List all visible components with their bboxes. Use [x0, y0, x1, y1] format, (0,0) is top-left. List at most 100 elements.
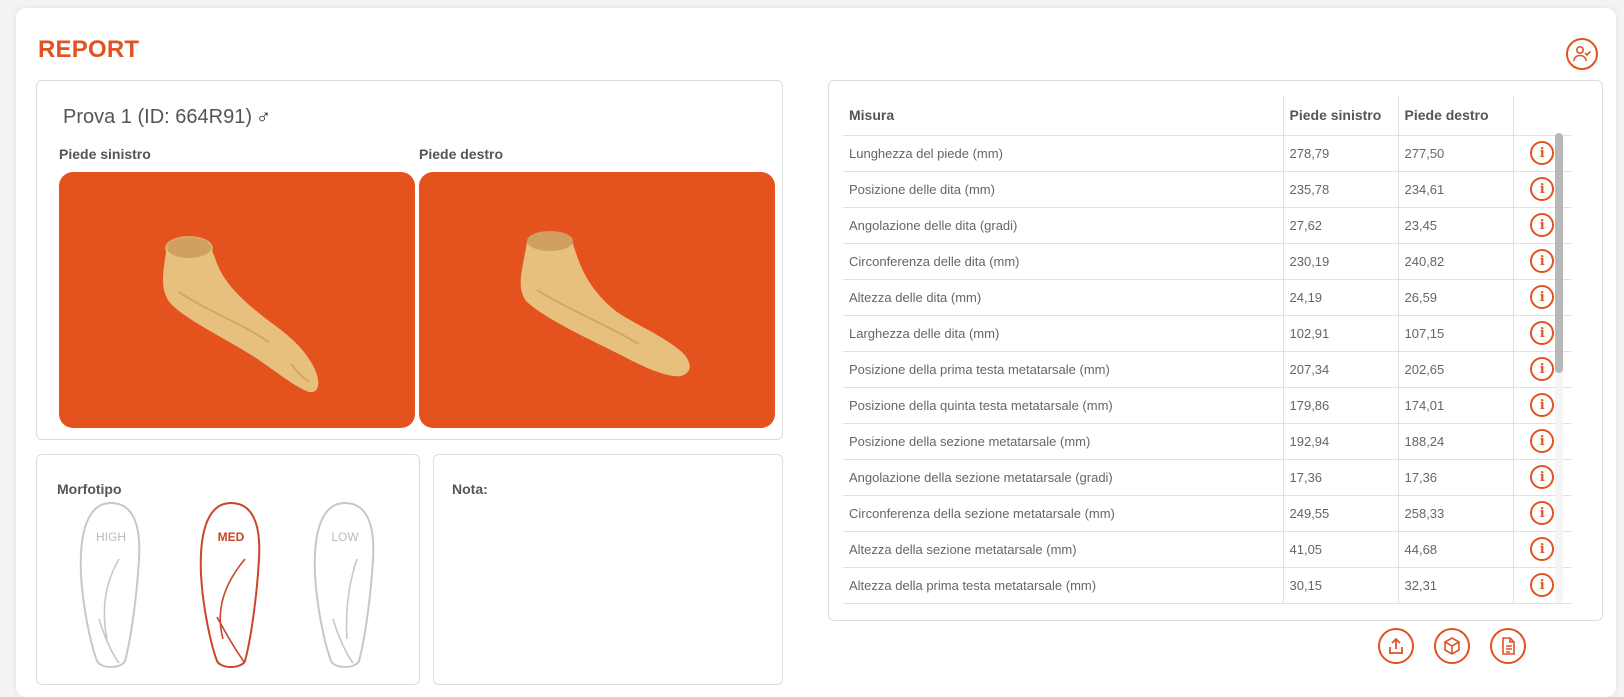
- left-value: 278,79: [1283, 135, 1399, 172]
- right-value: 174,01: [1398, 387, 1514, 424]
- insole-low-label: LOW: [331, 530, 359, 544]
- table-row: Altezza delle dita (mm) 24,19 26,59 i: [843, 279, 1571, 316]
- measure-name: Posizione della prima testa metatarsale …: [843, 351, 1284, 388]
- page-title: REPORT: [38, 36, 140, 63]
- export-button[interactable]: [1378, 628, 1414, 664]
- col-header-info: [1513, 95, 1571, 136]
- info-icon[interactable]: i: [1530, 177, 1555, 201]
- info-icon[interactable]: i: [1530, 285, 1555, 309]
- measurements-card: Misura Piede sinistro Piede destro Lungh…: [828, 80, 1603, 621]
- right-value: 23,45: [1398, 207, 1514, 244]
- test-label: Prova 1 (ID: 664R91): [63, 106, 252, 128]
- morphotype-card: Morfotipo HIGH MED LOW: [36, 454, 420, 685]
- left-foot-viewer[interactable]: [59, 172, 415, 428]
- left-value: 30,15: [1283, 567, 1399, 604]
- left-value: 249,55: [1283, 495, 1399, 532]
- left-value: 17,36: [1283, 459, 1399, 496]
- right-value: 17,36: [1398, 459, 1514, 496]
- export-icon: [1389, 637, 1403, 654]
- user-button[interactable]: [1566, 38, 1598, 70]
- right-value: 44,68: [1398, 531, 1514, 568]
- right-value: 107,15: [1398, 315, 1514, 352]
- table-row: Angolazione delle dita (gradi) 27,62 23,45…: [843, 207, 1571, 244]
- left-value: 207,34: [1283, 351, 1399, 388]
- right-foot-label: Piede destro: [419, 146, 504, 162]
- insole-high-option[interactable]: HIGH: [75, 499, 147, 671]
- measure-name: Circonferenza della sezione metatarsale …: [843, 495, 1284, 532]
- insole-low-option[interactable]: LOW: [309, 499, 381, 671]
- info-icon[interactable]: i: [1530, 141, 1555, 165]
- scrollbar-thumb[interactable]: [1555, 133, 1563, 373]
- table-header-row: Misura Piede sinistro Piede destro: [843, 95, 1571, 136]
- insole-high-label: HIGH: [96, 530, 126, 544]
- table-scrollbar[interactable]: [1555, 133, 1563, 603]
- col-header-right: Piede destro: [1398, 95, 1514, 136]
- left-value: 179,86: [1283, 387, 1399, 424]
- table-row: Altezza della prima testa metatarsale (m…: [843, 567, 1571, 604]
- right-value: 258,33: [1398, 495, 1514, 532]
- table-row: Circonferenza della sezione metatarsale …: [843, 495, 1571, 532]
- right-value: 240,82: [1398, 243, 1514, 280]
- info-icon[interactable]: i: [1530, 501, 1555, 525]
- table-row: Posizione della quinta testa metatarsale…: [843, 387, 1571, 424]
- measure-name: Posizione della quinta testa metatarsale…: [843, 387, 1284, 424]
- info-icon[interactable]: i: [1530, 249, 1555, 273]
- info-icon[interactable]: i: [1530, 393, 1555, 417]
- table-row: Posizione della prima testa metatarsale …: [843, 351, 1571, 388]
- table-row: Altezza della sezione metatarsale (mm) 41…: [843, 531, 1571, 568]
- right-value: 234,61: [1398, 171, 1514, 208]
- left-value: 24,19: [1283, 279, 1399, 316]
- measure-name: Lunghezza del piede (mm): [843, 135, 1284, 172]
- right-foot-model: [520, 231, 690, 377]
- table-row: Posizione della sezione metatarsale (mm)…: [843, 423, 1571, 460]
- left-value: 235,78: [1283, 171, 1399, 208]
- left-value: 230,19: [1283, 243, 1399, 280]
- 3d-model-icon: [1444, 637, 1460, 655]
- table-row: Circonferenza delle dita (mm) 230,19 240,8…: [843, 243, 1571, 280]
- insole-med-label: MED: [218, 530, 245, 544]
- right-value: 26,59: [1398, 279, 1514, 316]
- info-icon[interactable]: i: [1530, 573, 1555, 597]
- measure-name: Larghezza delle dita (mm): [843, 315, 1284, 352]
- measure-name: Angolazione della sezione metatarsale (g…: [843, 459, 1284, 496]
- info-icon[interactable]: i: [1530, 321, 1555, 345]
- info-icon[interactable]: i: [1530, 537, 1555, 561]
- feet-card: Prova 1 (ID: 664R91) ♂ Piede sinistro Pie…: [36, 80, 783, 440]
- measure-name: Altezza delle dita (mm): [843, 279, 1284, 316]
- insole-med-option[interactable]: MED: [195, 499, 267, 671]
- note-label: Nota:: [452, 481, 488, 497]
- measure-name: Altezza della prima testa metatarsale (m…: [843, 567, 1284, 604]
- left-value: 27,62: [1283, 207, 1399, 244]
- male-icon: ♂: [255, 106, 271, 128]
- left-foot-model: [163, 236, 319, 393]
- col-header-measure: Misura: [843, 95, 1284, 136]
- user-check-icon: [1573, 45, 1592, 62]
- table-row: Larghezza delle dita (mm) 102,91 107,15 i: [843, 315, 1571, 352]
- test-title: Prova 1 (ID: 664R91) ♂: [63, 106, 271, 129]
- info-icon[interactable]: i: [1530, 465, 1555, 489]
- info-icon[interactable]: i: [1530, 357, 1555, 381]
- measure-name: Angolazione delle dita (gradi): [843, 207, 1284, 244]
- right-value: 277,50: [1398, 135, 1514, 172]
- col-header-left: Piede sinistro: [1283, 95, 1399, 136]
- info-icon[interactable]: i: [1530, 213, 1555, 237]
- measure-name: Posizione della sezione metatarsale (mm): [843, 423, 1284, 460]
- right-value: 202,65: [1398, 351, 1514, 388]
- measurements-table: Misura Piede sinistro Piede destro Lungh…: [843, 95, 1571, 604]
- left-value: 41,05: [1283, 531, 1399, 568]
- measure-name: Posizione delle dita (mm): [843, 171, 1284, 208]
- 3d-model-button[interactable]: [1434, 628, 1470, 664]
- document-button[interactable]: [1490, 628, 1526, 664]
- document-icon: [1502, 637, 1515, 655]
- table-row: Angolazione della sezione metatarsale (g…: [843, 459, 1571, 496]
- info-icon[interactable]: i: [1530, 429, 1555, 453]
- measure-name: Circonferenza delle dita (mm): [843, 243, 1284, 280]
- table-row: Posizione delle dita (mm) 235,78 234,61 i: [843, 171, 1571, 208]
- report-panel: REPORT Prova 1 (ID: 664R91) ♂ Piede sinis…: [16, 8, 1616, 697]
- left-value: 102,91: [1283, 315, 1399, 352]
- right-value: 188,24: [1398, 423, 1514, 460]
- note-input[interactable]: [448, 501, 768, 671]
- right-foot-viewer[interactable]: [419, 172, 775, 428]
- left-foot-label: Piede sinistro: [59, 146, 151, 162]
- table-row: Lunghezza del piede (mm) 278,79 277,50 i: [843, 135, 1571, 172]
